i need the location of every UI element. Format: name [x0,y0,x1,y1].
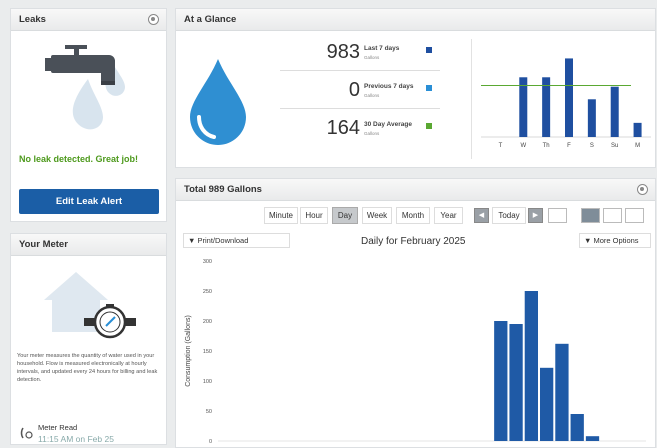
meter-read-icon [20,427,33,439]
previous-arrow-icon[interactable]: ◀ [474,208,489,223]
stat-value: 0 [348,79,360,101]
stat-30-day-average: 164 30 Day Average Gallons [280,113,440,147]
period-day-button[interactable]: Day [332,207,358,224]
y-tick-label: 250 [203,289,212,295]
weekly-bar [565,58,573,137]
weekly-bar [633,122,642,137]
total-title: Total 989 Gallons [184,184,262,195]
meter-read-value: 11:15 AM on Feb 25 [38,434,114,444]
weekly-day-label: Su [611,143,618,149]
period-month-button[interactable]: Month [396,207,430,224]
stat-previous-7-days: 0 Previous 7 days Gallons [280,75,440,109]
daily-bar [509,324,523,441]
leaks-title: Leaks [19,14,46,25]
meter-description: Your meter measures the quantity of wate… [17,353,158,383]
period-year-button[interactable]: Year [434,207,463,224]
weekly-bar [519,77,528,137]
leaks-header: Leaks [11,9,166,31]
weekly-day-label: F [567,143,571,149]
weekly-bar [610,86,619,137]
calendar-icon[interactable] [548,208,567,223]
stat-unit: Gallons [364,55,380,60]
faucet-icon [45,45,125,130]
glance-divider [471,39,472,159]
stat-last-7-days: 983 Last 7 days Gallons [280,37,440,71]
period-hour-button[interactable]: Hour [300,207,328,224]
y-tick-label: 150 [203,349,212,355]
at-a-glance-panel: At a Glance 983 Last 7 days Gallons 0 Pr… [175,8,656,168]
daily-bar [555,343,569,441]
weekly-bar [587,99,596,137]
total-header: Total 989 Gallons [176,179,655,201]
stat-value: 983 [326,41,360,63]
meter-read-label: Meter Read [38,423,78,432]
weekly-bar [542,77,551,137]
y-axis-label: Consumption (Gallons) [185,315,192,387]
stat-unit: Gallons [364,131,380,136]
weekly-day-label: W [520,143,526,149]
daily-bar [540,367,554,441]
daily-bar [570,414,584,441]
total-close-icon[interactable] [637,184,648,195]
today-button[interactable]: Today [492,207,526,224]
daily-consumption-chart: Consumption (Gallons) 300 250 200 150 100 50 0 [185,259,646,445]
more-options-label: More Options [593,236,639,245]
table-view-icon[interactable] [603,208,622,223]
bar-chart-view-icon[interactable] [581,208,600,223]
stat-unit: Gallons [364,93,380,98]
y-tick-label: 50 [206,409,212,415]
daily-bar [494,321,508,441]
period-week-button[interactable]: Week [362,207,392,224]
stat-label: Last 7 days [364,45,400,52]
stat-legend-square [426,47,432,53]
weekly-usage-chart: T W Th F S Su M [481,58,651,149]
water-drop-icon [190,59,246,145]
glance-title: At a Glance [184,14,237,25]
stat-legend-square [426,123,432,129]
y-tick-label: 0 [209,439,212,445]
edit-leak-alert-button[interactable]: Edit Leak Alert [19,189,159,214]
daily-bar [585,436,600,441]
weekly-day-label: S [590,143,594,149]
weekly-day-label: T [499,143,503,149]
period-minute-button[interactable]: Minute [264,207,298,224]
weekly-day-label: Th [543,143,550,149]
stat-value: 164 [326,117,360,139]
stat-label: 30 Day Average [364,121,412,128]
more-options-button[interactable]: ▼ More Options [579,233,651,248]
next-arrow-icon[interactable]: ▶ [528,208,543,223]
daily-bar [524,291,538,441]
meter-panel: Your Meter Your meter measures the quant… [10,233,167,445]
stat-label: Previous 7 days [364,83,414,90]
dropdown-arrow-icon: ▼ [188,236,198,245]
leaks-close-icon[interactable] [148,14,159,25]
stat-legend-square [426,85,432,91]
export-view-icon[interactable] [625,208,644,223]
y-tick-label: 300 [203,259,212,265]
meter-title: Your Meter [19,239,68,250]
water-meter-icon [44,272,136,339]
dropdown-arrow-icon: ▼ [584,236,594,245]
y-tick-label: 200 [203,319,212,325]
glance-header: At a Glance [176,9,655,31]
total-panel: Total 989 Gallons Minute Hour Day Week M… [175,178,656,448]
y-tick-label: 100 [203,379,212,385]
print-download-button[interactable]: ▼ Print/Download [183,233,290,248]
leaks-panel: Leaks No leak detected. Great job! Edit … [10,8,167,222]
chart-title: Daily for February 2025 [361,236,466,247]
weekly-day-label: M [635,143,640,149]
leak-status-text: No leak detected. Great job! [19,154,139,164]
meter-header: Your Meter [11,234,166,256]
print-download-label: Print/Download [197,236,249,245]
